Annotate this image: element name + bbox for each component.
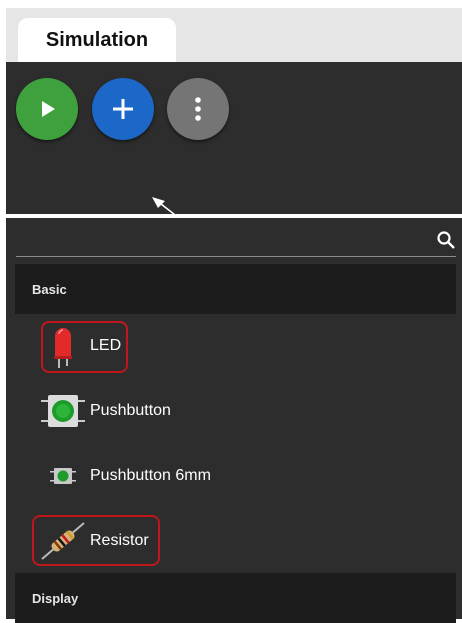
play-icon bbox=[42, 101, 55, 117]
resistor-highlight-box bbox=[32, 515, 160, 566]
category-display: Display bbox=[15, 573, 456, 623]
more-vertical-icon bbox=[195, 97, 201, 121]
category-label: Display bbox=[32, 590, 79, 606]
top-crop bbox=[0, 0, 462, 8]
simulation-panel: Simulation bbox=[6, 8, 462, 245]
part-label: Pushbutton 6mm bbox=[90, 467, 211, 484]
more-options-button[interactable] bbox=[167, 78, 229, 140]
add-part-button[interactable] bbox=[92, 78, 154, 140]
search-icon[interactable] bbox=[436, 230, 456, 250]
pushbutton-icon bbox=[39, 381, 87, 441]
tab-bar: Simulation bbox=[6, 8, 462, 62]
parts-library-panel: Basic LED Pushbutton Pushbutton 6mm Resi… bbox=[6, 218, 462, 623]
category-basic: Basic bbox=[15, 264, 456, 314]
tab-simulation[interactable]: Simulation bbox=[18, 18, 176, 62]
led-highlight-box bbox=[41, 321, 128, 373]
simulation-toolbar bbox=[6, 62, 462, 245]
part-label: Pushbutton bbox=[90, 402, 171, 419]
plus-icon bbox=[113, 99, 133, 119]
category-label: Basic bbox=[32, 281, 67, 297]
pushbutton-6mm-icon bbox=[39, 446, 87, 506]
tab-simulation-label: Simulation bbox=[45, 28, 149, 51]
part-pushbutton[interactable]: Pushbutton bbox=[15, 381, 456, 441]
part-pushbutton-6mm[interactable]: Pushbutton 6mm bbox=[15, 446, 456, 506]
start-simulation-button[interactable] bbox=[16, 78, 78, 140]
search-input[interactable] bbox=[16, 228, 456, 257]
